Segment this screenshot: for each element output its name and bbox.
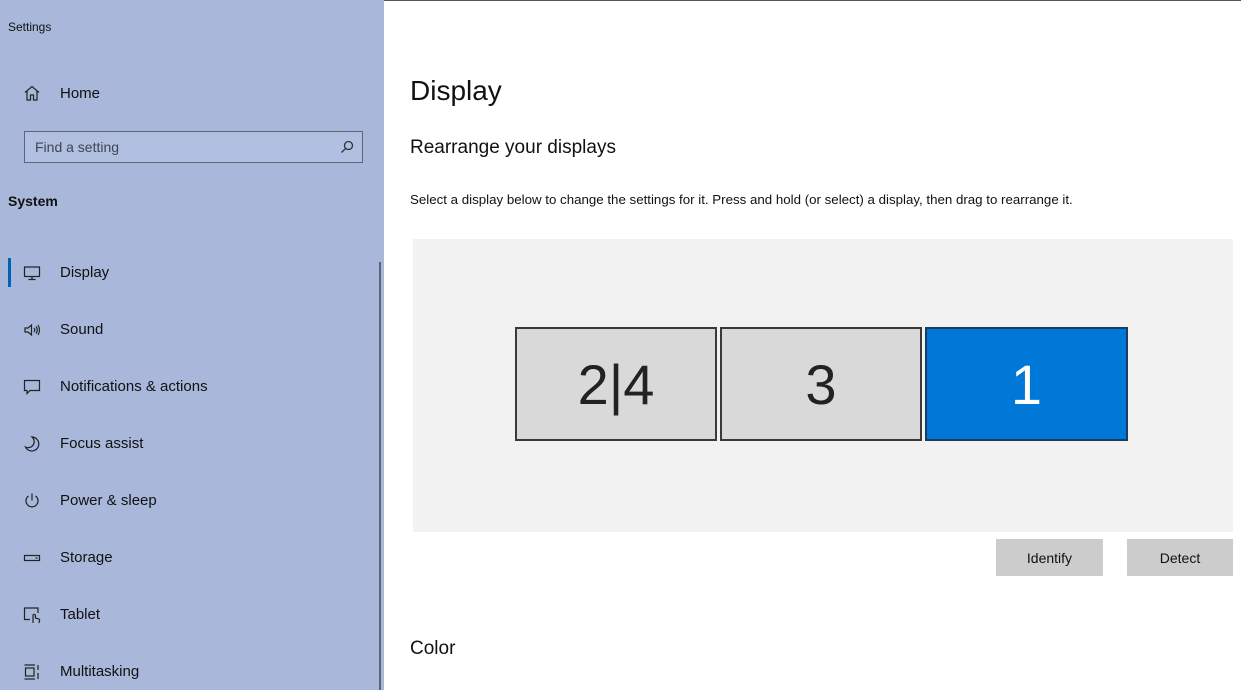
color-section-title: Color	[410, 638, 456, 659]
top-divider	[384, 0, 1241, 1]
sidebar-item-label: Home	[60, 84, 101, 102]
monitor-icon	[21, 262, 43, 284]
sidebar-item-home[interactable]: Home	[0, 75, 384, 111]
sidebar-item-multitasking[interactable]: Multitasking	[0, 643, 380, 690]
nav-list: Display Sound Notifications & actions Fo…	[0, 244, 380, 690]
sidebar-item-focus-assist[interactable]: Focus assist	[0, 415, 380, 472]
monitor-2-4[interactable]: 2|4	[515, 327, 717, 441]
sidebar-item-storage[interactable]: Storage	[0, 529, 380, 586]
sidebar-item-notifications[interactable]: Notifications & actions	[0, 358, 380, 415]
identify-button[interactable]: Identify	[996, 539, 1103, 576]
storage-icon	[21, 547, 43, 569]
notification-icon	[21, 376, 43, 398]
search-box[interactable]	[24, 131, 363, 163]
monitor-3[interactable]: 3	[720, 327, 922, 441]
monitor-1[interactable]: 1	[925, 327, 1128, 441]
section-title: Rearrange your displays	[410, 137, 616, 158]
tablet-icon	[21, 604, 43, 626]
sidebar-item-label: Multitasking	[60, 663, 140, 680]
sidebar-item-label: Storage	[60, 549, 113, 566]
search-input[interactable]	[25, 138, 332, 156]
sidebar-item-power-sleep[interactable]: Power & sleep	[0, 472, 380, 529]
search-icon[interactable]	[332, 132, 362, 162]
multitasking-icon	[21, 661, 43, 683]
main-content: Display Rearrange your displays Select a…	[384, 0, 1241, 690]
sidebar: Settings Home System Display	[0, 0, 384, 690]
sidebar-item-label: Sound	[60, 321, 104, 338]
sidebar-item-label: Tablet	[60, 606, 101, 623]
sidebar-item-sound[interactable]: Sound	[0, 301, 380, 358]
speaker-icon	[21, 319, 43, 341]
app-title: Settings	[8, 20, 52, 34]
sidebar-item-label: Display	[60, 264, 110, 281]
sidebar-item-label: Focus assist	[60, 435, 144, 452]
home-icon	[21, 82, 43, 104]
sidebar-item-tablet[interactable]: Tablet	[0, 586, 380, 643]
section-header: System	[8, 193, 58, 209]
sidebar-item-display[interactable]: Display	[0, 244, 380, 301]
sidebar-scrollbar[interactable]	[379, 262, 381, 690]
settings-window: Settings Home System Display	[0, 0, 1241, 690]
detect-button[interactable]: Detect	[1127, 539, 1233, 576]
sidebar-item-label: Notifications & actions	[60, 378, 208, 395]
power-icon	[21, 490, 43, 512]
moon-icon	[21, 433, 43, 455]
page-title: Display	[410, 75, 502, 106]
sidebar-item-label: Power & sleep	[60, 492, 157, 509]
display-arrangement-area[interactable]: 2|4 3 1	[413, 239, 1233, 532]
description-text: Select a display below to change the set…	[410, 192, 1073, 207]
